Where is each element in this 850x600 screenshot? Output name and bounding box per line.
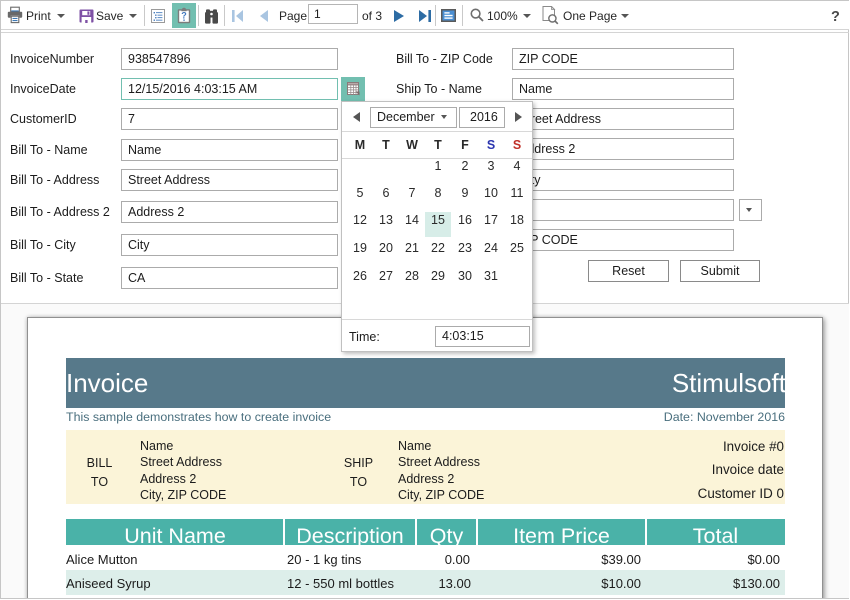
- svg-text:?: ?: [181, 11, 187, 21]
